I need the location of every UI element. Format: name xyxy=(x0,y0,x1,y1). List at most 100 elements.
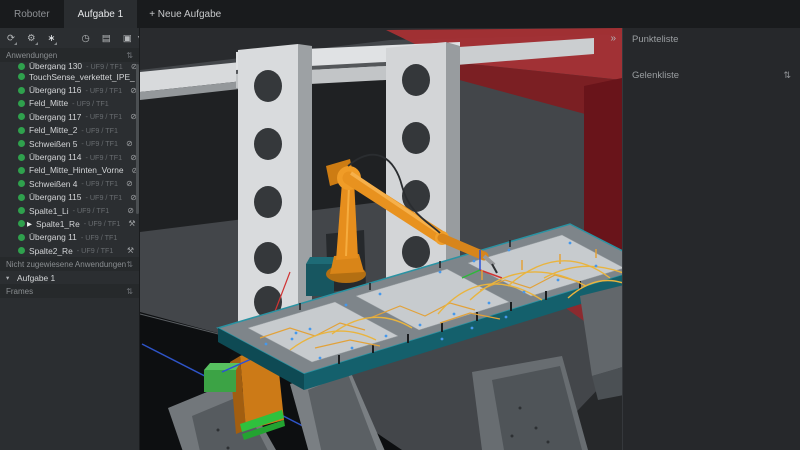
app-item[interactable]: TouchSense_verkettet_IPE_⚒ xyxy=(0,70,139,83)
app-item[interactable]: Spalte1_Li - UF9 / TF1 ⊘ xyxy=(0,204,139,217)
status-dot-icon xyxy=(18,194,25,201)
collapse-icon[interactable]: ⇅ xyxy=(783,70,791,81)
camera-icon[interactable]: ▣▾ xyxy=(123,33,132,44)
app-item-label: Feld_Mitte_Hinten_Vorne xyxy=(29,165,124,175)
app-item-label: Schweißen 5 xyxy=(29,139,77,149)
main-area: ⟳ ⚙ ∗ ◷ ▤ ▣▾ Anwendungen ⇅ Übergang 130 - UF9 … xyxy=(0,28,800,450)
wrench-icon[interactable]: ⚒ xyxy=(127,246,134,255)
app-item[interactable]: Übergang 115- UF9 / TF1⊘ xyxy=(0,191,139,204)
visibility-icon[interactable]: ⊘ xyxy=(126,139,133,148)
app-item-label: Feld_Mitte_2 xyxy=(29,125,77,135)
jointlist-title: Gelenkliste xyxy=(632,70,679,81)
app-item-label: Spalte1_Li xyxy=(29,206,69,216)
app-item-label: Übergang 115 xyxy=(29,192,81,202)
app-item-label: Schweißen 4 xyxy=(29,179,77,189)
app-item-frame-suffix: - UF9 / TF1 xyxy=(81,139,118,148)
app-item-frame-suffix: - UF9 / TF1 xyxy=(85,86,122,95)
app-item[interactable]: Schweißen 5- UF9 / TF1⊘⚒ xyxy=(0,137,139,150)
robot-tool-icon[interactable]: ⚙ xyxy=(27,33,36,44)
status-dot-icon xyxy=(18,234,25,241)
app-item-frame-suffix: - UF9 / TF1 xyxy=(84,219,121,228)
tab-roboter[interactable]: Roboter xyxy=(0,0,64,28)
section-title: Anwendungen xyxy=(6,51,57,60)
status-dot-icon xyxy=(18,154,25,161)
app-item-label: Übergang 130 xyxy=(29,62,82,70)
submenu-corner xyxy=(14,42,17,45)
unassigned-item-label: Aufgabe 1 xyxy=(17,273,55,283)
status-dot-icon xyxy=(18,207,25,214)
viewport-3d[interactable]: » xyxy=(140,28,622,450)
section-title: Frames xyxy=(6,287,33,296)
app-item-frame-suffix: - UF9 / TF1 xyxy=(81,126,118,135)
sidebar-toolbar: ⟳ ⚙ ∗ ◷ ▤ ▣▾ xyxy=(0,28,139,48)
app-item-label: Übergang 117 xyxy=(29,112,81,122)
viewport-toolbar xyxy=(140,28,622,49)
tab-aufgabe-1[interactable]: Aufgabe 1 xyxy=(64,0,138,28)
status-dot-icon xyxy=(18,73,25,80)
status-dot-icon xyxy=(18,87,25,94)
app-item-frame-suffix: - UF9 / TF1 xyxy=(73,206,110,215)
pointlist-title: Punkteliste xyxy=(632,34,678,45)
section-header-frames[interactable]: Frames ⇅ xyxy=(0,284,139,298)
application-list: Übergang 130 - UF9 / TF1 ⊘ TouchSense_verke… xyxy=(0,62,139,257)
app-item-frame-suffix: - UF9 / TF1 xyxy=(86,62,123,70)
status-dot-icon xyxy=(18,140,25,147)
pointlist-toolbar xyxy=(623,50,800,66)
app-item[interactable]: Feld_Mitte - UF9 / TF1 xyxy=(0,97,139,110)
app-item-label: Feld_Mitte xyxy=(29,98,68,108)
app-item-label: Übergang 11 xyxy=(29,232,77,242)
collapse-icon[interactable]: ⇅ xyxy=(126,260,133,269)
chevron-down-icon[interactable]: ▾ xyxy=(6,274,13,282)
section-header-unassigned[interactable]: Nicht zugewiesene Anwendungen ⇅ xyxy=(0,257,139,271)
unassigned-list: ▾ Aufgabe 1 xyxy=(0,271,139,284)
status-dot-icon xyxy=(18,247,25,254)
app-item[interactable]: ▶ Spalte1_Re - UF9 / TF1 ⚒ xyxy=(0,217,139,230)
app-item-label: Spalte1_Re xyxy=(36,219,80,229)
app-item-label: Übergang 114 xyxy=(29,152,81,162)
3d-scene[interactable] xyxy=(140,28,622,450)
app-item[interactable]: Übergang 114- UF9 / TF1⊘ xyxy=(0,150,139,163)
jointlist-header: Gelenkliste ⇅ xyxy=(623,66,800,84)
unassigned-group[interactable]: ▾ Aufgabe 1 xyxy=(0,271,139,284)
app-item-frame-suffix: - UF9 / TF1 xyxy=(85,193,122,202)
app-item[interactable]: Übergang 11- UF9 / TF1 xyxy=(0,231,139,244)
status-dot-icon xyxy=(18,180,25,187)
app-item[interactable]: Schweißen 4- UF9 / TF1⊘⚒ xyxy=(0,177,139,190)
app-item[interactable]: Feld_Mitte_Hinten_Vorne⊘⚒ xyxy=(0,164,139,177)
current-item-marker-icon: ▶ xyxy=(27,220,32,228)
settings-tool-icon[interactable]: ∗ xyxy=(48,33,56,44)
submenu-corner xyxy=(54,42,57,45)
app-item[interactable]: Spalte2_Re - UF9 / TF1 ⚒ xyxy=(0,244,139,257)
right-panel: Punkteliste Gelenkliste ⇅ xyxy=(622,28,800,450)
wrench-icon[interactable]: ⚒ xyxy=(128,219,135,228)
app-item[interactable]: Feld_Mitte_2 - UF9 / TF1 xyxy=(0,124,139,137)
collapse-icon[interactable]: ⇅ xyxy=(126,51,133,60)
collapse-icon[interactable]: ⇅ xyxy=(126,287,133,296)
app-item-frame-suffix: - UF9 / TF1 xyxy=(72,99,109,108)
expand-panel-button[interactable]: » xyxy=(610,28,616,49)
section-header-applications[interactable]: Anwendungen ⇅ xyxy=(0,48,139,62)
top-bar: RoboterAufgabe 1 + Neue Aufgabe xyxy=(0,0,800,28)
app-item[interactable]: Übergang 130- UF9 / TF1⊘ xyxy=(0,62,139,70)
document-icon[interactable]: ▤ xyxy=(102,33,111,44)
submenu-corner xyxy=(35,42,38,45)
tab-strip: RoboterAufgabe 1 xyxy=(0,0,137,28)
app-item-frame-suffix: - UF9 / TF1 xyxy=(85,153,122,162)
new-task-button[interactable]: + Neue Aufgabe xyxy=(137,0,233,28)
timer-icon[interactable]: ◷ xyxy=(81,33,89,44)
sidebar: ⟳ ⚙ ∗ ◷ ▤ ▣▾ Anwendungen ⇅ Übergang 130 - UF9 … xyxy=(0,28,140,450)
app-item[interactable]: Übergang 117- UF9 / TF1⊘ xyxy=(0,110,139,123)
robot-programming-app: RoboterAufgabe 1 + Neue Aufgabe ⟳⚙∗◷▤▣▾ … xyxy=(0,0,800,450)
app-item-label: Spalte2_Re xyxy=(29,246,73,256)
visibility-icon[interactable]: ⊘ xyxy=(127,206,134,215)
status-dot-icon xyxy=(18,100,25,107)
status-dot-icon xyxy=(18,63,25,70)
status-dot-icon xyxy=(18,220,25,227)
status-dot-icon xyxy=(18,167,25,174)
sidebar-scrollbar[interactable] xyxy=(136,64,139,214)
status-dot-icon xyxy=(18,113,25,120)
app-item[interactable]: Übergang 116- UF9 / TF1⊘ xyxy=(0,83,139,96)
visibility-icon[interactable]: ⊘ xyxy=(126,179,133,188)
app-item-frame-suffix: - UF9 / TF1 xyxy=(77,246,114,255)
rotate-tool-icon[interactable]: ⟳ xyxy=(7,33,15,44)
